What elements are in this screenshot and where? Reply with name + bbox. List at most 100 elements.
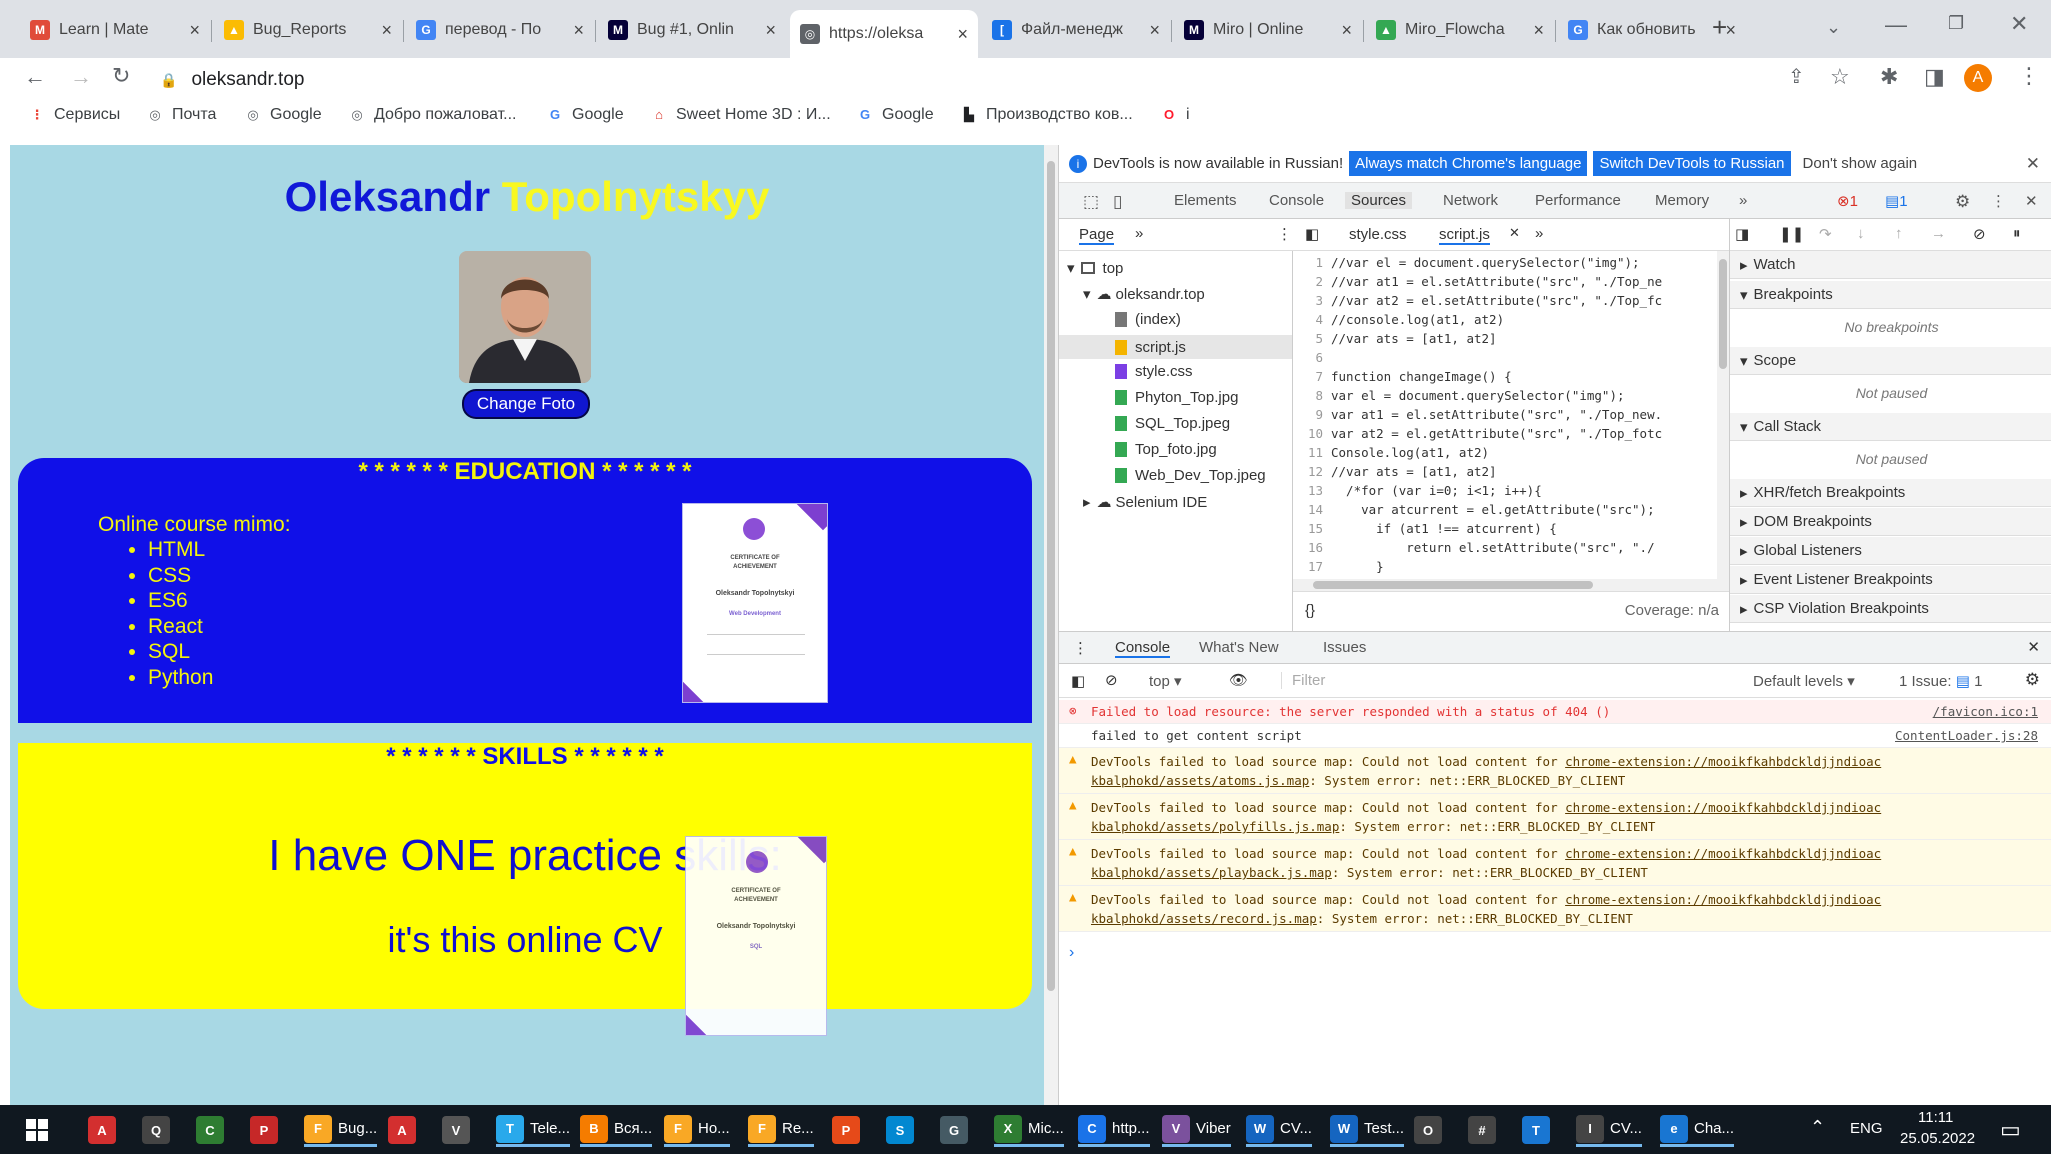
- taskbar-app[interactable]: G: [940, 1113, 974, 1147]
- tree-item[interactable]: SQL_Top.jpeg: [1115, 415, 1230, 432]
- source-link[interactable]: /favicon.ico:1: [1933, 702, 2038, 721]
- taskbar-app[interactable]: F Ho...: [664, 1113, 730, 1147]
- language-indicator[interactable]: ENG: [1850, 1120, 1883, 1137]
- taskbar-app[interactable]: X Mic...: [994, 1113, 1064, 1147]
- taskbar-app[interactable]: F Bug...: [304, 1113, 378, 1147]
- browser-tab[interactable]: ▲ Miro_Flowcha ×: [1366, 10, 1554, 50]
- kebab-icon[interactable]: ⋮: [1991, 192, 2006, 210]
- taskbar-app[interactable]: O: [1414, 1113, 1448, 1147]
- close-tab-icon[interactable]: ×: [381, 20, 392, 41]
- browser-tab[interactable]: M Bug #1, Onlin ×: [598, 10, 786, 50]
- scope-section[interactable]: ▾ Scope: [1730, 347, 2051, 375]
- close-tab-icon[interactable]: ×: [1149, 20, 1160, 41]
- browser-tab[interactable]: ◎ https://oleksa ×: [790, 10, 978, 58]
- tree-item[interactable]: Web_Dev_Top.jpeg: [1115, 467, 1266, 484]
- taskbar-app[interactable]: #: [1468, 1113, 1502, 1147]
- taskbar-app[interactable]: T Tele...: [496, 1113, 571, 1147]
- browser-tab[interactable]: Gперевод - По ×: [406, 10, 594, 50]
- tree-item[interactable]: ▸ ☁ Selenium IDE: [1083, 493, 1207, 512]
- editor-hscrollbar[interactable]: [1293, 579, 1717, 591]
- taskbar-app[interactable]: W CV...: [1246, 1113, 1312, 1147]
- browser-tab[interactable]: M Learn | Mate ×: [20, 10, 210, 50]
- scrollbar-thumb[interactable]: [1047, 161, 1055, 991]
- tab-console[interactable]: Console: [1269, 192, 1324, 209]
- code-editor[interactable]: 1//var el = document.querySelector("img"…: [1293, 251, 1729, 591]
- close-tab-icon[interactable]: ×: [1725, 20, 1736, 41]
- taskbar-app[interactable]: C: [196, 1113, 230, 1147]
- issues-counter[interactable]: 1 Issue: ▤ 1: [1899, 672, 1982, 690]
- message-count-badge[interactable]: ▤1: [1885, 192, 1908, 210]
- source-link[interactable]: ContentLoader.js:28: [1895, 726, 2038, 745]
- bookmark-item[interactable]: ◎ Почта: [146, 106, 216, 124]
- browser-tab[interactable]: [Файл-менедж ×: [982, 10, 1170, 50]
- taskbar-app[interactable]: F Re...: [748, 1113, 814, 1147]
- bookmark-item[interactable]: ◎ Google: [244, 106, 321, 124]
- tab-network[interactable]: Network: [1443, 192, 1498, 209]
- error-count-badge[interactable]: ⊗1: [1837, 192, 1858, 210]
- bookmark-star-icon[interactable]: ☆: [1830, 66, 1850, 88]
- taskbar-app[interactable]: P: [832, 1113, 866, 1147]
- menu-kebab-icon[interactable]: ⋮: [2018, 65, 2040, 87]
- tray-chevron-icon[interactable]: ⌃: [1810, 1117, 1825, 1138]
- file-tab-style-css[interactable]: style.css: [1349, 226, 1407, 243]
- more-tabs-icon[interactable]: »: [1739, 192, 1747, 209]
- switch-russian-button[interactable]: Switch DevTools to Russian: [1593, 151, 1791, 176]
- dom-breakpoints-section[interactable]: ▸ DOM Breakpoints: [1730, 508, 2051, 536]
- tab-performance[interactable]: Performance: [1535, 192, 1621, 209]
- context-select[interactable]: top ▾: [1149, 672, 1182, 690]
- toggle-navigator-icon[interactable]: ◧: [1305, 225, 1319, 243]
- bookmark-item[interactable]: G Google: [546, 106, 624, 124]
- sidebar-toggle-icon[interactable]: ◧: [1071, 672, 1085, 690]
- tab-elements[interactable]: Elements: [1174, 192, 1237, 209]
- console-settings-icon[interactable]: ⚙: [2025, 670, 2040, 690]
- device-toolbar-icon[interactable]: ▯: [1113, 192, 1122, 212]
- side-panel-icon[interactable]: ◨: [1924, 66, 1945, 88]
- drawer-tab-whats-new[interactable]: What's New: [1199, 639, 1279, 656]
- navigator-tab-page[interactable]: Page: [1079, 226, 1115, 245]
- close-file-icon[interactable]: ✕: [1509, 225, 1520, 241]
- event-listener-breakpoints-section[interactable]: ▸ Event Listener Breakpoints: [1730, 566, 2051, 594]
- tree-item[interactable]: script.js: [1059, 335, 1292, 359]
- eye-icon[interactable]: 👁: [1229, 671, 1248, 689]
- taskbar-app[interactable]: T: [1522, 1113, 1556, 1147]
- taskbar-app[interactable]: Chttp...: [1078, 1113, 1150, 1147]
- tree-item[interactable]: Phyton_Top.jpg: [1115, 389, 1238, 406]
- forward-icon[interactable]: →: [70, 66, 92, 88]
- editor-vscrollbar[interactable]: [1717, 251, 1729, 591]
- more-files-icon[interactable]: »: [1535, 225, 1543, 242]
- drawer-kebab-icon[interactable]: ⋮: [1073, 639, 1088, 657]
- inspect-icon[interactable]: ⬚: [1083, 192, 1099, 212]
- close-icon[interactable]: ✕: [2026, 154, 2040, 174]
- taskbar-app[interactable]: I CV...: [1576, 1113, 1642, 1147]
- extensions-icon[interactable]: ✱: [1880, 66, 1898, 88]
- tab-search-icon[interactable]: ⌄: [1826, 18, 1841, 36]
- tree-item[interactable]: (index): [1115, 311, 1181, 328]
- match-language-button[interactable]: Always match Chrome's language: [1349, 151, 1588, 176]
- settings-icon[interactable]: ⚙: [1955, 192, 1970, 212]
- bookmark-item[interactable]: ◎ Добро пожаловат...: [348, 106, 516, 124]
- tree-item[interactable]: Top_foto.jpg: [1115, 441, 1217, 458]
- console-prompt-icon[interactable]: ›: [1069, 944, 1074, 962]
- bookmark-item[interactable]: ⋮ Сервисы: [28, 106, 121, 124]
- page-scrollbar[interactable]: [1044, 145, 1058, 1105]
- taskbar-app[interactable]: V: [442, 1113, 476, 1147]
- start-button[interactable]: [26, 1119, 48, 1141]
- filter-input[interactable]: Filter: [1281, 672, 1761, 689]
- close-tab-icon[interactable]: ×: [957, 24, 968, 45]
- close-tab-icon[interactable]: ×: [1341, 20, 1352, 41]
- pretty-print-icon[interactable]: {}: [1305, 602, 1315, 619]
- clock-time[interactable]: 11:11: [1918, 1109, 1953, 1126]
- browser-tab[interactable]: G Как обновить ×: [1558, 10, 1746, 50]
- taskbar-app[interactable]: P: [250, 1113, 284, 1147]
- close-window-icon[interactable]: ✕: [2010, 13, 2028, 35]
- taskbar-app[interactable]: Q: [142, 1113, 176, 1147]
- bookmark-item[interactable]: ⌂ Sweet Home 3D : И...: [650, 106, 831, 124]
- global-listeners-section[interactable]: ▸ Global Listeners: [1730, 537, 2051, 565]
- more-navigators-icon[interactable]: »: [1135, 225, 1143, 242]
- dont-show-button[interactable]: Don't show again: [1803, 155, 1918, 172]
- taskbar-app[interactable]: e Cha...: [1660, 1113, 1735, 1147]
- drawer-tab-console[interactable]: Console: [1115, 639, 1171, 658]
- taskbar-app[interactable]: A: [388, 1113, 422, 1147]
- call-stack-section[interactable]: ▾ Call Stack: [1730, 413, 2051, 441]
- profile-avatar[interactable]: A: [1964, 64, 1992, 92]
